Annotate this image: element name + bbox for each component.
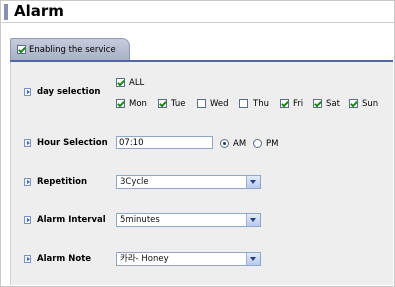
am-label: AM — [233, 139, 247, 149]
day-tue-label: Tue — [171, 99, 186, 109]
alarm-note-label: Alarm Note — [37, 254, 92, 264]
day-fri-checkbox[interactable] — [280, 99, 289, 108]
chevron-down-icon[interactable] — [246, 176, 260, 188]
tab-label: Enabling the service — [29, 45, 116, 55]
day-sat-label: Sat — [326, 99, 340, 109]
day-tue-checkbox[interactable] — [158, 99, 167, 108]
day-sat-checkbox[interactable] — [313, 99, 322, 108]
alarm-interval-label: Alarm Interval — [37, 215, 106, 225]
day-all-checkbox[interactable] — [116, 78, 125, 87]
hour-input[interactable] — [116, 136, 213, 149]
day-sun-label: Sun — [362, 99, 379, 109]
alarm-note-value: 카라- Honey — [120, 254, 169, 264]
alarm-note-bullet-icon — [24, 255, 31, 263]
repetition-label: Repetition — [37, 177, 88, 187]
day-thu-label: Thu — [253, 99, 269, 109]
chevron-down-icon[interactable] — [246, 253, 260, 265]
day-wed-label: Wed — [210, 99, 229, 109]
repetition-select[interactable]: 3Cycle — [116, 175, 261, 189]
day-selection-label: day selection — [37, 87, 101, 97]
day-sun-checkbox[interactable] — [349, 99, 358, 108]
alarm-interval-select[interactable]: 5minutes — [116, 213, 261, 227]
alarm-interval-bullet-icon — [24, 216, 31, 224]
hour-selection-bullet-icon — [24, 139, 31, 147]
page-title: Alarm — [14, 2, 64, 20]
pm-label: PM — [266, 139, 279, 149]
title-divider — [0, 22, 395, 23]
repetition-value: 3Cycle — [120, 177, 149, 187]
day-mon-checkbox[interactable] — [116, 99, 125, 108]
alarm-interval-value: 5minutes — [120, 215, 160, 225]
day-selection-bullet-icon — [24, 88, 31, 96]
chevron-down-icon[interactable] — [246, 214, 260, 226]
panel-border — [10, 62, 11, 285]
am-radio[interactable] — [220, 139, 229, 148]
hour-selection-label: Hour Selection — [37, 138, 108, 148]
day-wed-checkbox[interactable] — [197, 99, 206, 108]
day-mon-label: Mon — [129, 99, 147, 109]
repetition-bullet-icon — [24, 178, 31, 186]
title-accent-bar — [4, 4, 8, 20]
day-fri-label: Fri — [293, 99, 304, 109]
pm-radio[interactable] — [253, 139, 262, 148]
day-thu-checkbox[interactable] — [239, 99, 248, 108]
day-all-label: ALL — [129, 78, 145, 88]
alarm-note-select[interactable]: 카라- Honey — [116, 252, 261, 266]
enable-service-checkbox[interactable] — [17, 45, 26, 54]
